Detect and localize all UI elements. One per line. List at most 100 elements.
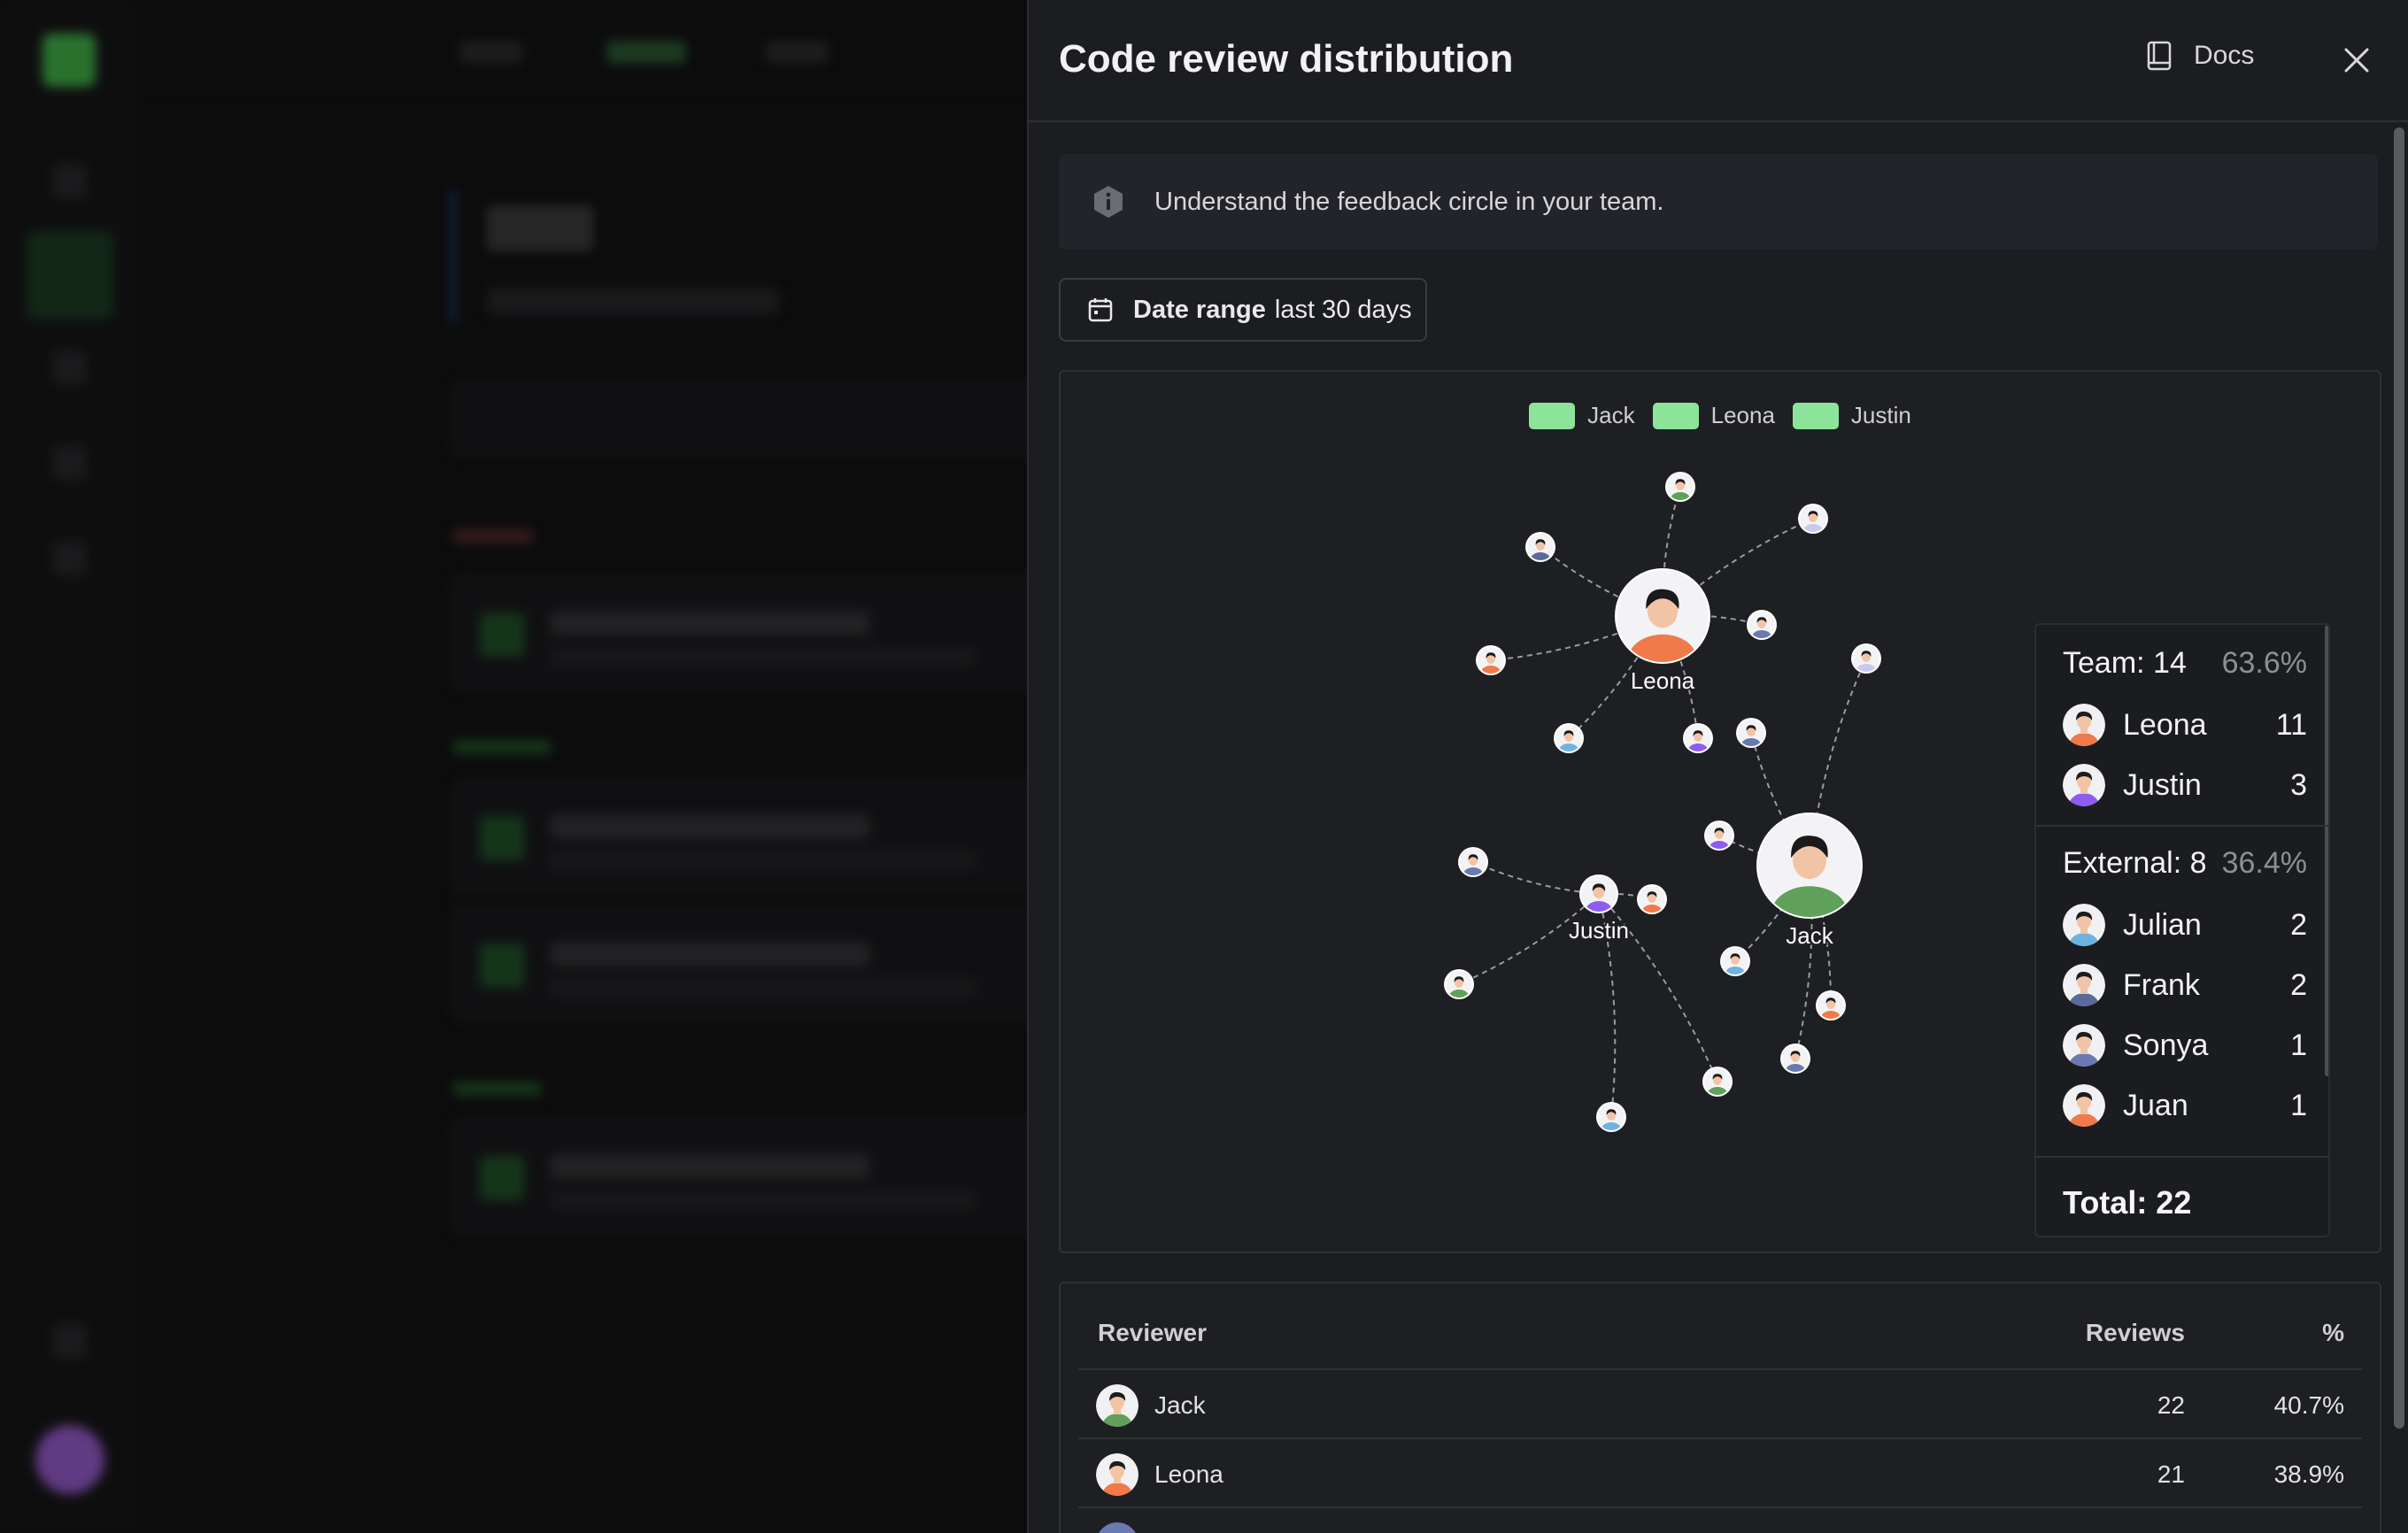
background-crumb (606, 41, 686, 64)
legend-item-jack[interactable]: Jack (1529, 402, 1635, 429)
background-sidebar (0, 0, 133, 1533)
external-percent: 36.4% (2221, 846, 2307, 880)
reviewer-node[interactable] (1798, 504, 1828, 539)
close-icon[interactable] (2339, 42, 2374, 78)
background-topbar (133, 0, 1029, 110)
reviewer-node[interactable] (1665, 472, 1695, 507)
chart-legend: Jack Leona Justin (1061, 402, 2380, 429)
review-count: 22 (2157, 1391, 2185, 1419)
reviewer-node[interactable] (1720, 946, 1750, 982)
background-crumb (460, 41, 522, 64)
legend-swatch (1529, 402, 1576, 429)
legend-label: Justin (1850, 402, 1911, 428)
reviewer-name: Leona (1154, 1460, 1223, 1488)
table-row[interactable]: Leona 21 38.9% (1078, 1437, 2362, 1506)
tooltip-external-heading: External: 8 36.4% (2063, 846, 2307, 881)
tooltip-scrollbar[interactable] (2325, 625, 2328, 1076)
avatar (1096, 1522, 1138, 1533)
review-count: 1 (2290, 1028, 2307, 1062)
background-section-label (453, 1082, 542, 1096)
user-avatar (35, 1425, 104, 1494)
tooltip-team-heading: Team: 14 63.6% (2063, 646, 2307, 681)
review-count: 2 (2290, 967, 2307, 1002)
review-percent: 40.7% (2273, 1391, 2344, 1419)
chat-icon (53, 446, 87, 480)
column-header-reviewer[interactable]: Reviewer (1098, 1319, 1207, 1347)
reviewer-tooltip: Team: 14 63.6% Leona 11 Justin 3 Externa… (2034, 623, 2330, 1237)
reviewer-node[interactable] (1554, 723, 1584, 759)
info-banner: Understand the feedback circle in your t… (1059, 154, 2378, 250)
tooltip-row: Sonya 1 (2063, 1023, 2307, 1067)
legend-item-leona[interactable]: Leona (1652, 402, 1775, 429)
review-network-chart: Leona Jack Justin Jack Leona Justin Team… (1059, 370, 2381, 1253)
reviewer-name: Juan (2123, 1088, 2188, 1122)
reviewer-node[interactable] (1444, 969, 1474, 1005)
legend-label: Jack (1587, 402, 1635, 428)
reviewer-node[interactable] (1780, 1044, 1810, 1079)
reviewer-name: Frank (2123, 967, 2200, 1002)
reviewer-name: Julian (2123, 907, 2202, 942)
code-review-panel: Code review distribution Docs Understand… (1027, 0, 2408, 1533)
background-section-label (453, 740, 551, 754)
reviewer-name: Leona (2123, 707, 2207, 742)
background-card (452, 1119, 1029, 1234)
reviewer-node[interactable] (1747, 610, 1777, 645)
table-row[interactable] (1078, 1506, 2362, 1533)
book-icon (2147, 41, 2172, 71)
team-percent: 63.6% (2221, 646, 2307, 680)
help-icon (53, 1324, 87, 1358)
reviewer-hub-justin[interactable] (1579, 874, 1618, 921)
avatar (2063, 764, 2105, 806)
external-count: External: 8 (2063, 846, 2207, 880)
tooltip-row: Frank 2 (2063, 963, 2307, 1007)
app-logo (42, 34, 96, 87)
background-card (452, 779, 1029, 894)
reviewer-node[interactable] (1702, 1067, 1733, 1102)
legend-swatch (1652, 402, 1699, 429)
add-icon (53, 542, 87, 575)
background-title (487, 205, 593, 251)
hub-label: Leona (1631, 667, 1695, 694)
home-icon (53, 165, 87, 198)
avatar (2063, 1024, 2105, 1067)
review-percent: 38.9% (2273, 1460, 2344, 1488)
background-tabs (452, 381, 1029, 457)
tooltip-row: Julian 2 (2063, 903, 2307, 947)
legend-item-justin[interactable]: Justin (1792, 402, 1911, 429)
reviewer-node[interactable] (1736, 718, 1766, 753)
users-icon (53, 351, 87, 384)
reviewer-node[interactable] (1596, 1102, 1626, 1137)
background-subtitle (487, 288, 779, 314)
date-range-label: Date range (1133, 295, 1266, 324)
reviewer-node[interactable] (1816, 990, 1846, 1026)
date-range-button[interactable]: Date range last 30 days (1059, 278, 1427, 342)
docs-button[interactable]: Docs (2146, 41, 2254, 71)
reviewer-node[interactable] (1851, 643, 1881, 679)
avatar (2063, 704, 2105, 746)
reviewer-name: Jack (1154, 1391, 1206, 1419)
review-count: 21 (2157, 1460, 2185, 1488)
date-range-value: last 30 days (1274, 295, 1412, 324)
info-icon (1094, 186, 1123, 218)
reviewer-node[interactable] (1637, 884, 1667, 920)
reviewer-node[interactable] (1458, 847, 1488, 882)
reviewer-node[interactable] (1525, 532, 1555, 567)
table-row[interactable]: Jack 22 40.7% (1078, 1368, 2362, 1437)
background-app-blurred (0, 0, 1029, 1533)
avatar (1096, 1384, 1138, 1427)
tooltip-row: Juan 1 (2063, 1083, 2307, 1128)
tooltip-row: Leona 11 (2063, 703, 2307, 747)
background-card (452, 906, 1029, 1021)
calendar-icon (1088, 298, 1113, 322)
reviewer-node[interactable] (1683, 723, 1713, 759)
hub-label: Jack (1786, 922, 1833, 949)
background-title-bar (452, 190, 454, 323)
reviewer-node[interactable] (1704, 820, 1734, 856)
panel-scrollbar[interactable] (2394, 127, 2404, 1429)
background-section-label (453, 529, 533, 543)
reviewer-node[interactable] (1476, 645, 1506, 681)
column-header-percent[interactable]: % (2322, 1319, 2344, 1347)
avatar (2063, 904, 2105, 946)
column-header-reviews[interactable]: Reviews (1875, 1319, 2185, 1347)
tooltip-total: Total: 22 (2063, 1184, 2192, 1221)
